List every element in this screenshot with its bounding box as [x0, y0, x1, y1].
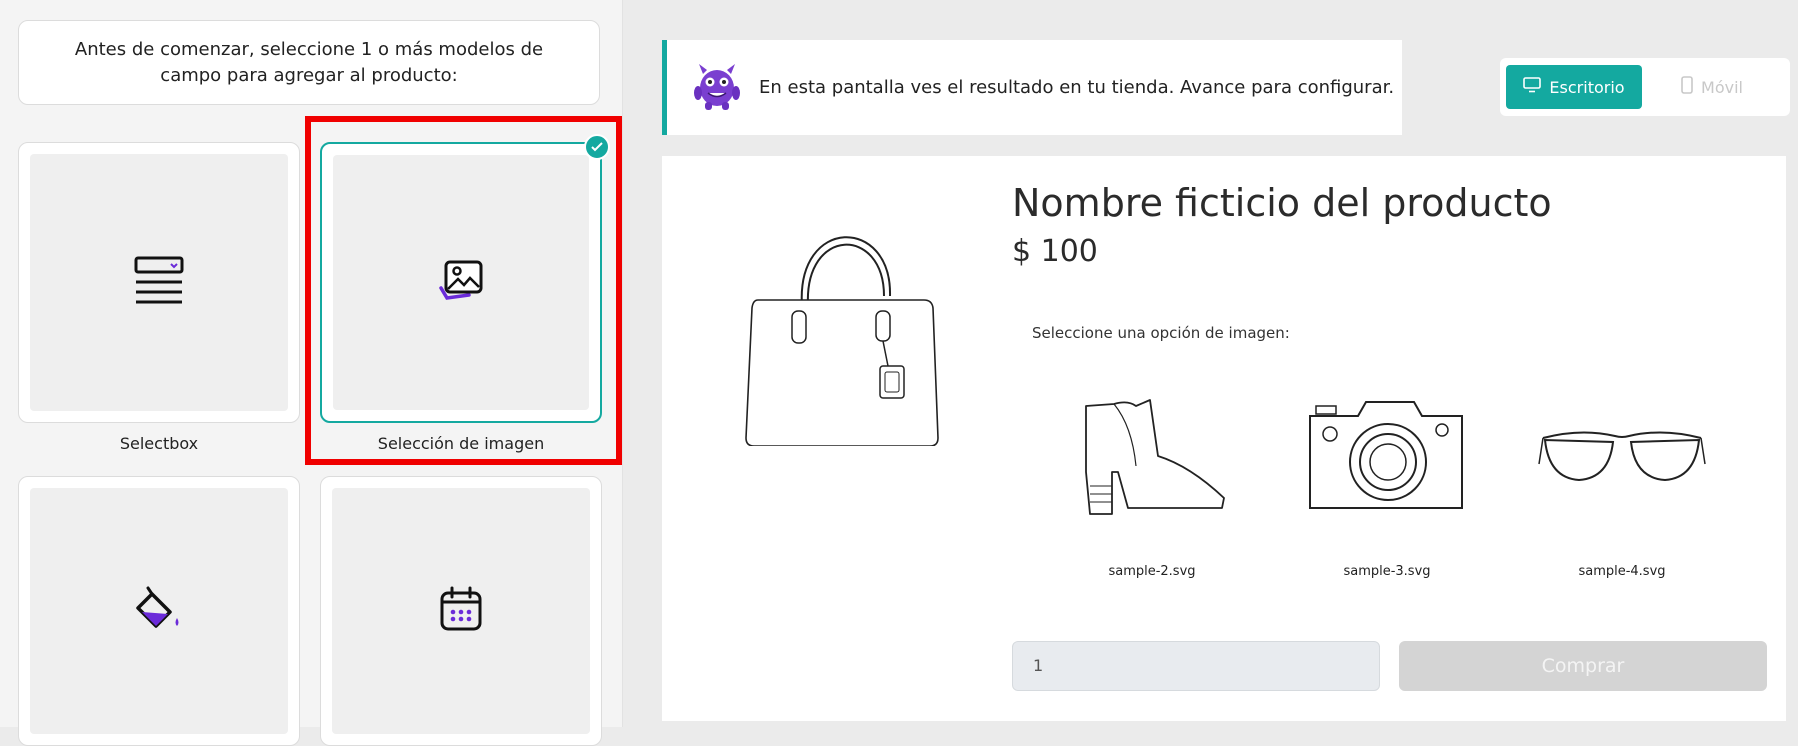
field-card-color[interactable] [18, 476, 300, 746]
image-option-camera[interactable]: sample-3.svg [1297, 386, 1477, 579]
image-option-boot[interactable]: sample-2.svg [1062, 386, 1242, 579]
store-preview: Nombre ficticio del producto $ 100 Selec… [662, 156, 1786, 721]
view-toggle: Escritorio Móvil [1500, 58, 1790, 116]
mobile-view-button[interactable]: Móvil [1644, 65, 1780, 109]
field-card-date[interactable] [320, 476, 602, 746]
handbag-image [744, 216, 944, 450]
paint-bucket-icon [134, 584, 184, 638]
field-card-selectbox[interactable] [18, 142, 300, 423]
option-caption: sample-3.svg [1343, 564, 1431, 579]
selectbox-icon [133, 255, 185, 311]
option-caption: sample-2.svg [1108, 564, 1196, 579]
field-models-panel: Antes de comenzar, seleccione 1 o más mo… [0, 0, 623, 746]
image-option-label: Seleccione una opción de imagen: [1032, 324, 1290, 342]
calendar-icon [439, 586, 483, 636]
boot-image [1072, 399, 1232, 530]
card-label-selectbox: Selectbox [119, 434, 199, 453]
intro-text: Antes de comenzar, seleccione 1 o más mo… [74, 38, 544, 86]
info-banner: En esta pantalla ves el resultado en tu … [662, 40, 1402, 135]
product-name: Nombre ficticio del producto [1012, 181, 1552, 225]
mobile-view-label: Móvil [1701, 77, 1743, 97]
buy-button[interactable]: Comprar [1399, 641, 1767, 691]
card-preview [332, 488, 590, 734]
quantity-input[interactable]: 1 [1012, 641, 1380, 691]
desktop-view-label: Escritorio [1549, 77, 1625, 97]
product-price: $ 100 [1012, 234, 1098, 269]
glasses-image [1537, 431, 1707, 520]
selection-highlight-box [305, 116, 622, 465]
intro-box: Antes de comenzar, seleccione 1 o más mo… [18, 20, 600, 105]
image-option-glasses[interactable]: sample-4.svg [1532, 386, 1712, 579]
card-preview [30, 488, 288, 734]
phone-icon [1681, 76, 1693, 98]
monster-mascot-icon [693, 60, 741, 116]
camera-image [1302, 401, 1472, 520]
card-preview [30, 154, 288, 411]
banner-text: En esta pantalla ves el resultado en tu … [759, 77, 1395, 98]
option-caption: sample-4.svg [1578, 564, 1666, 579]
monitor-icon [1523, 77, 1542, 97]
desktop-view-button[interactable]: Escritorio [1506, 65, 1642, 109]
